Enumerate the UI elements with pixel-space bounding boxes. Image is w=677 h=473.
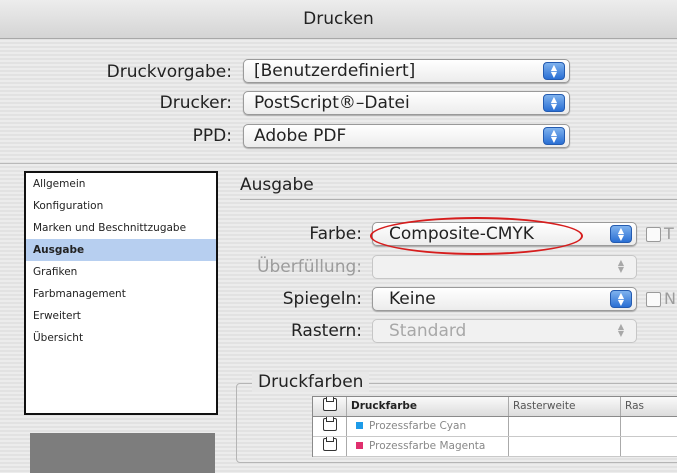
category-list: Allgemein Konfiguration Marken und Besch… <box>24 171 218 415</box>
drucker-value: PostScript®–Datei <box>254 93 410 113</box>
druckvorgabe-label: Druckvorgabe: <box>106 62 232 82</box>
ink-name: Prozessfarbe Magenta <box>369 440 486 452</box>
ink-name: Prozessfarbe Cyan <box>369 420 467 432</box>
ueberfuellung-popup[interactable]: ▲ ▼ <box>372 255 637 279</box>
farbe-checkbox[interactable] <box>646 227 661 242</box>
spiegeln-popup[interactable]: Keine ▲ ▼ <box>372 287 637 311</box>
sidebar-item-konfiguration[interactable]: Konfiguration <box>26 195 216 217</box>
farbe-value: Composite-CMYK <box>389 224 534 244</box>
table-header: Druckfarbe Rasterweite Ras <box>313 397 677 417</box>
spiegeln-label: Spiegeln: <box>282 289 362 309</box>
separator <box>0 163 677 164</box>
sidebar-item-grafiken[interactable]: Grafiken <box>26 261 216 283</box>
column-header-druckfarbe[interactable]: Druckfarbe <box>347 397 509 416</box>
ppd-value: Adobe PDF <box>254 126 347 146</box>
section-divider <box>240 199 677 200</box>
drucker-popup[interactable]: PostScript®–Datei ▲ ▼ <box>243 91 570 115</box>
sidebar-item-allgemein[interactable]: Allgemein <box>26 173 216 195</box>
section-title: Ausgabe <box>240 175 314 195</box>
table-row[interactable]: Prozessfarbe Cyan <box>313 417 677 437</box>
drucker-label: Drucker: <box>159 93 232 113</box>
title-bar: Drucken <box>0 0 677 39</box>
farbe-checkbox-label: T <box>664 224 674 243</box>
up-down-arrows-icon: ▲ ▼ <box>543 127 565 145</box>
sidebar-item-erweitert[interactable]: Erweitert <box>26 305 216 327</box>
magenta-swatch <box>356 442 363 449</box>
spiegeln-value: Keine <box>389 289 436 309</box>
ras-cell <box>621 417 677 436</box>
druckfarben-title: Druckfarben <box>252 372 370 392</box>
ppd-label: PPD: <box>192 126 232 146</box>
ink-cell: Prozessfarbe Magenta <box>347 437 509 456</box>
printer-icon <box>322 397 337 411</box>
rasterweite-cell <box>509 417 621 436</box>
up-down-arrows-icon: ▲ ▼ <box>617 322 625 338</box>
cyan-swatch <box>356 422 363 429</box>
column-header-ras[interactable]: Ras <box>621 397 677 416</box>
rastern-value: Standard <box>389 321 467 341</box>
window-title: Drucken <box>303 9 374 29</box>
table-row[interactable]: Prozessfarbe Magenta <box>313 437 677 457</box>
spiegeln-checkbox[interactable] <box>646 292 661 307</box>
up-down-arrows-icon: ▲ ▼ <box>610 225 632 243</box>
ras-cell <box>621 437 677 456</box>
sidebar-item-ausgabe[interactable]: Ausgabe <box>26 239 216 261</box>
sidebar-item-marken[interactable]: Marken und Beschnittzugabe <box>26 217 216 239</box>
druckvorgabe-value: [Benutzerdefiniert] <box>254 61 416 81</box>
column-header-rasterweite[interactable]: Rasterweite <box>509 397 621 416</box>
print-toggle[interactable] <box>313 437 347 456</box>
up-down-arrows-icon: ▲ ▼ <box>543 94 565 112</box>
rastern-popup[interactable]: Standard ▲ ▼ <box>372 319 637 343</box>
ppd-popup[interactable]: Adobe PDF ▲ ▼ <box>243 124 570 148</box>
up-down-arrows-icon: ▲ ▼ <box>610 290 632 308</box>
print-toggle[interactable] <box>313 417 347 436</box>
ink-cell: Prozessfarbe Cyan <box>347 417 509 436</box>
print-column-header[interactable] <box>313 397 347 416</box>
spiegeln-checkbox-label: N <box>664 289 676 308</box>
printer-icon <box>322 437 337 451</box>
druckfarben-table: Druckfarbe Rasterweite Ras Prozessfarbe … <box>312 396 677 457</box>
rasterweite-cell <box>509 437 621 456</box>
ueberfuellung-label: Überfüllung: <box>257 257 362 277</box>
sidebar-item-farbmanagement[interactable]: Farbmanagement <box>26 283 216 305</box>
rastern-label: Rastern: <box>290 321 362 341</box>
up-down-arrows-icon: ▲ ▼ <box>543 62 565 80</box>
printer-icon <box>322 417 337 431</box>
preview-area <box>30 433 215 473</box>
up-down-arrows-icon: ▲ ▼ <box>617 258 625 274</box>
farbe-popup[interactable]: Composite-CMYK ▲ ▼ <box>372 222 637 246</box>
druckvorgabe-popup[interactable]: [Benutzerdefiniert] ▲ ▼ <box>243 59 570 83</box>
farbe-label: Farbe: <box>309 224 362 244</box>
sidebar-item-uebersicht[interactable]: Übersicht <box>26 327 216 349</box>
